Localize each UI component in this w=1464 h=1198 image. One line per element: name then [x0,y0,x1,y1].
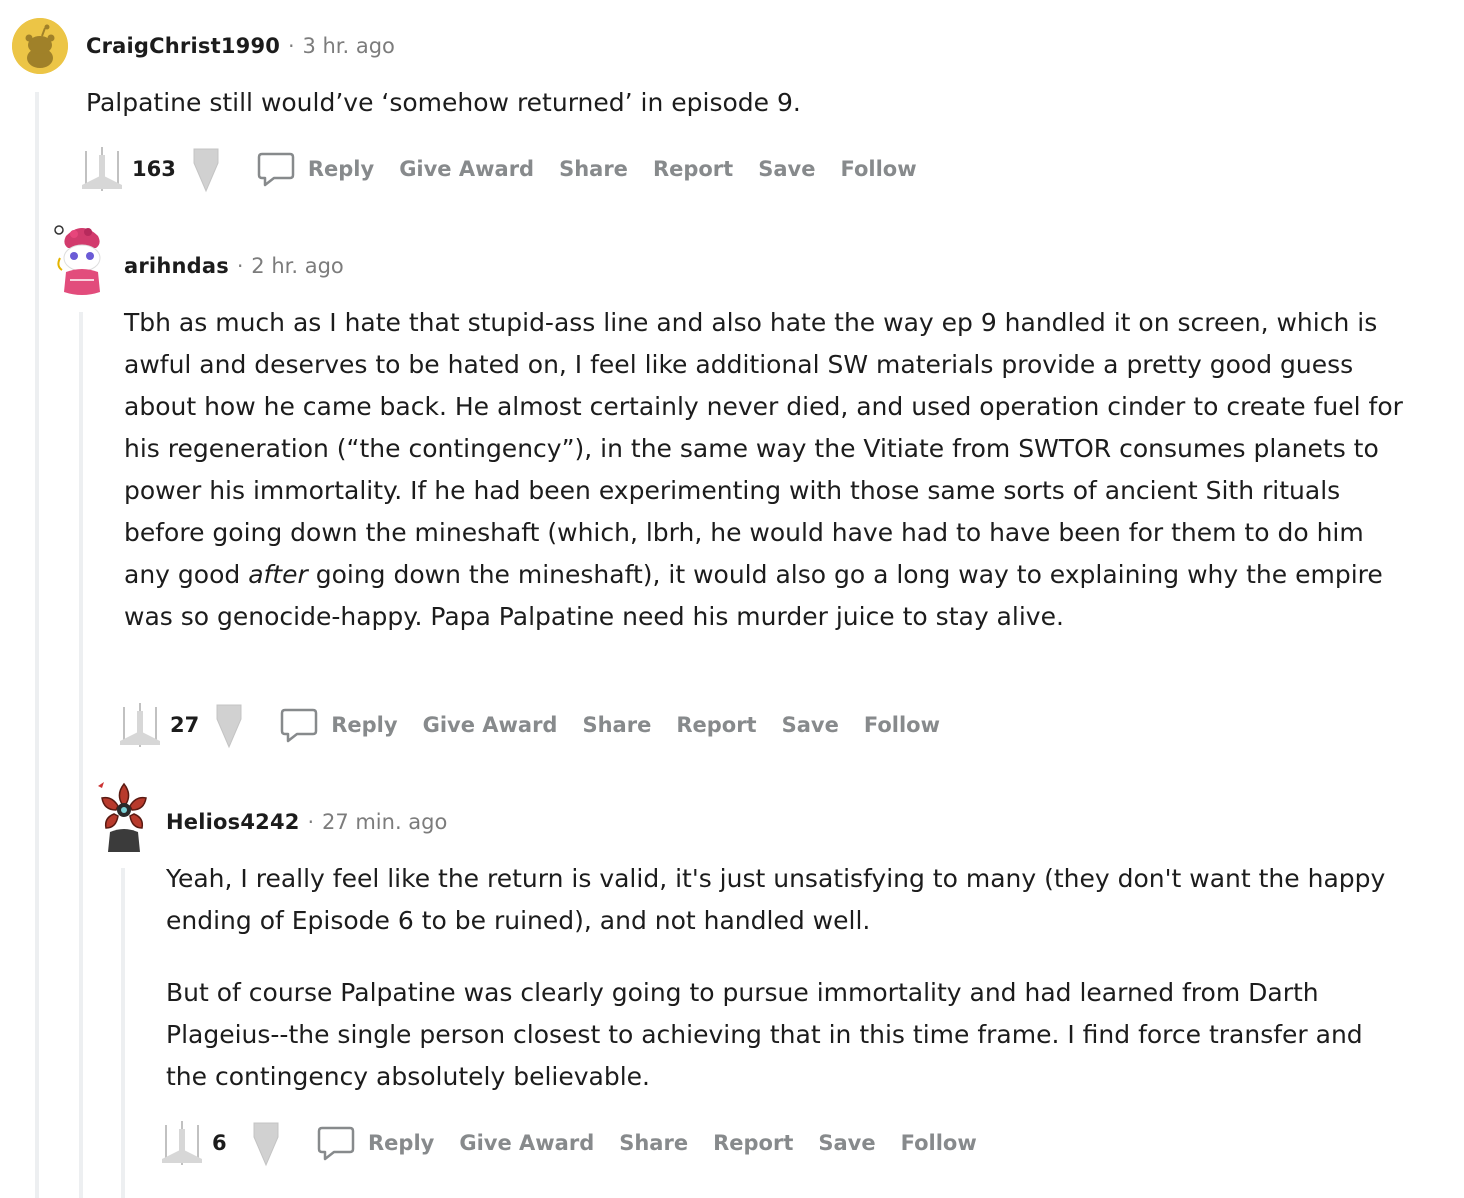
comment-paragraph: Yeah, I really feel like the return is v… [166,864,1386,935]
meta-separator: · [288,34,295,58]
reply-button[interactable]: Reply [316,1123,434,1163]
share-button[interactable]: Share [582,713,651,737]
give-award-button[interactable]: Give Award [459,1131,594,1155]
timestamp[interactable]: 27 min. ago [322,810,447,834]
reply-label: Reply [368,1131,435,1155]
comment-body: Tbh as much as I hate that stupid-ass li… [124,302,1414,638]
comment-meta: CraigChrist1990 · 3 hr. ago [86,34,395,58]
xwing-upvote-icon[interactable] [118,701,162,749]
vote-score: 6 [212,1131,227,1155]
author-name[interactable]: CraigChrist1990 [86,34,280,58]
avatar[interactable] [52,222,112,298]
snoo-avatar-icon [54,225,101,295]
emphasis-text: after [248,560,308,589]
comment-body: Yeah, I really feel like the return is v… [166,858,1406,1098]
follow-button[interactable]: Follow [840,157,916,181]
comment-actions: 27 Reply Give Award Share Report Save Fo… [118,700,965,750]
text-run: Tbh as much as I hate that stupid-ass li… [124,308,1403,589]
save-button[interactable]: Save [782,713,839,737]
vote-score: 163 [132,157,176,181]
report-button[interactable]: Report [653,157,733,181]
xwing-upvote-icon[interactable] [80,145,124,193]
follow-button[interactable]: Follow [901,1131,977,1155]
speech-bubble-icon [257,152,295,187]
downvote-icon[interactable] [190,145,222,193]
report-button[interactable]: Report [676,713,756,737]
comment-actions: 6 Reply Give Award Share Report Save Fol… [160,1118,1002,1168]
give-award-button[interactable]: Give Award [399,157,534,181]
snoo-avatar-icon [12,18,68,74]
comment-paragraph: Tbh as much as I hate that stupid-ass li… [124,302,1414,638]
reply-button[interactable]: Reply [256,149,374,189]
timestamp[interactable]: 3 hr. ago [302,34,394,58]
save-button[interactable]: Save [818,1131,875,1155]
share-button[interactable]: Share [619,1131,688,1155]
meta-separator: · [236,254,244,278]
author-name[interactable]: arihndas [124,254,229,278]
meta-separator: · [307,810,314,834]
thread-line-level-3[interactable] [121,868,125,1198]
comment-body: Palpatine still would’ve ‘somehow return… [86,82,1386,124]
thread-line-level-1[interactable] [35,92,39,1198]
speech-bubble-icon [280,708,318,743]
give-award-button[interactable]: Give Award [423,713,558,737]
reply-label: Reply [307,157,375,181]
reply-label: Reply [331,713,398,737]
comment-meta: arihndas · 2 hr. ago [124,254,344,278]
comment-paragraph: But of course Palpatine was clearly goin… [166,978,1363,1091]
share-button[interactable]: Share [559,157,628,181]
author-name[interactable]: Helios4242 [166,810,300,834]
speech-bubble-icon [317,1126,355,1161]
avatar[interactable] [12,18,68,74]
save-button[interactable]: Save [758,157,815,181]
report-button[interactable]: Report [713,1131,793,1155]
comment-actions: 163 Reply Give Award Share Report Save F… [80,144,942,194]
follow-button[interactable]: Follow [864,713,940,737]
text-run: going down the mineshaft), it would also… [124,560,1383,631]
avatar[interactable] [92,778,156,852]
comment-paragraph: Palpatine still would’ve ‘somehow return… [86,88,801,117]
comment-meta: Helios4242 · 27 min. ago [166,810,447,834]
reply-button[interactable]: Reply [279,705,398,745]
downvote-icon[interactable] [250,1119,282,1167]
demogorgon-avatar-icon [98,782,147,852]
xwing-upvote-icon[interactable] [160,1119,204,1167]
downvote-icon[interactable] [213,701,245,749]
thread-line-level-2[interactable] [79,312,83,1198]
timestamp[interactable]: 2 hr. ago [251,254,343,278]
vote-score: 27 [170,713,200,737]
